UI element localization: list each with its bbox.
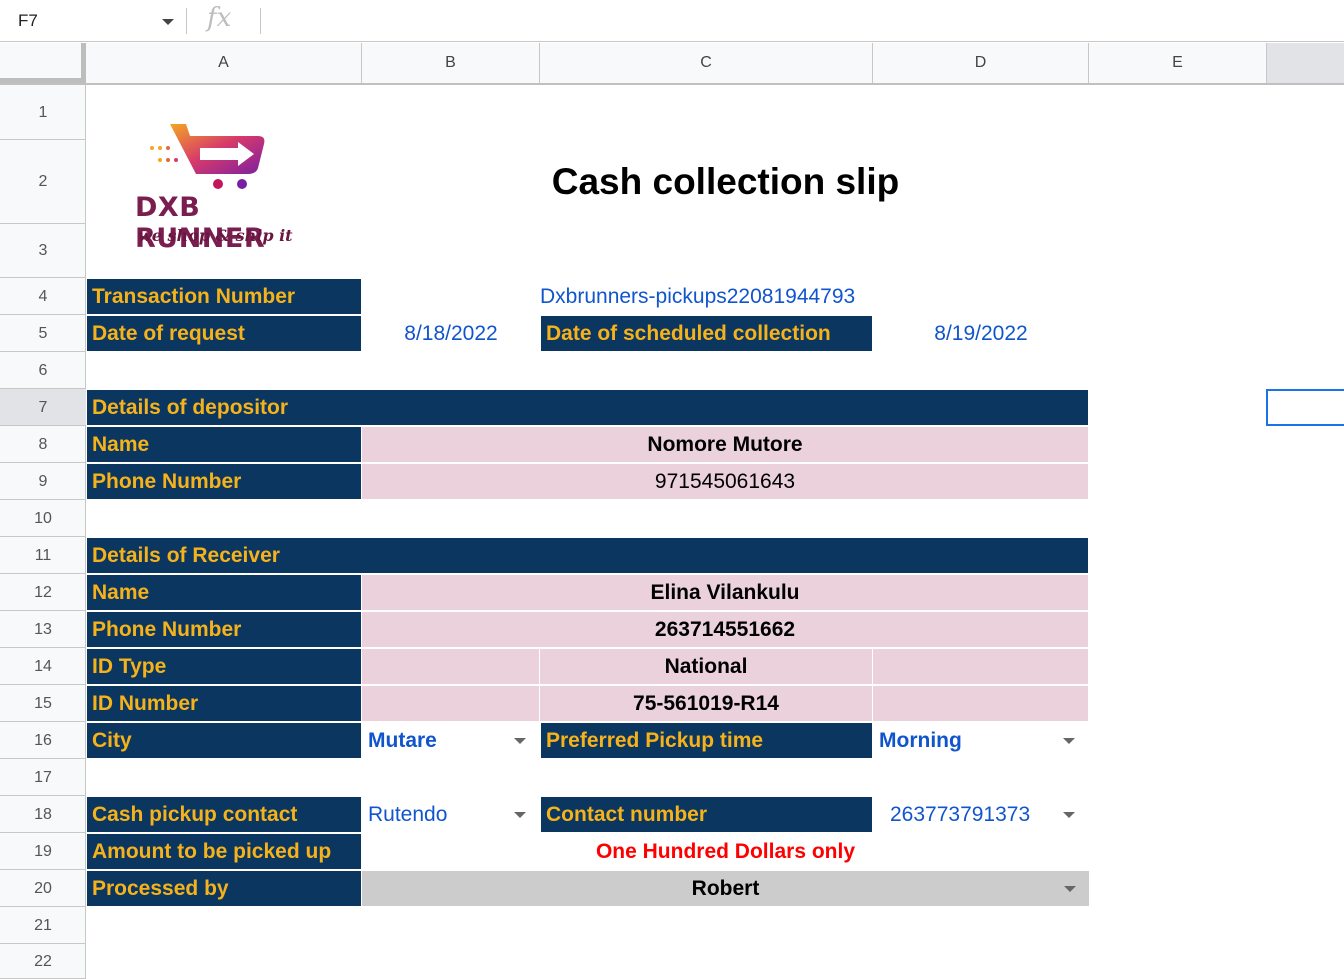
processed-by-label: Processed by bbox=[87, 871, 361, 906]
chevron-down-icon[interactable] bbox=[1064, 886, 1076, 892]
page-title: Cash collection slip bbox=[551, 161, 900, 202]
receiver-name-label: Name bbox=[87, 575, 361, 610]
row-header[interactable]: 4 bbox=[0, 278, 86, 315]
id-type-empty-cell[interactable] bbox=[873, 649, 1088, 684]
row-header[interactable]: 10 bbox=[0, 500, 86, 537]
pickup-time-dropdown[interactable]: Morning bbox=[873, 723, 1089, 758]
row-header[interactable]: 17 bbox=[0, 759, 86, 796]
row-header[interactable]: 11 bbox=[0, 537, 86, 574]
cash-pickup-contact-dropdown[interactable]: Rutendo bbox=[362, 797, 540, 832]
processed-by-dropdown[interactable]: Robert bbox=[362, 871, 1089, 906]
id-number-empty-cell[interactable] bbox=[873, 686, 1088, 721]
row-header[interactable]: 20 bbox=[0, 870, 86, 907]
city-label: City bbox=[87, 723, 361, 758]
pickup-time-label: Preferred Pickup time bbox=[541, 723, 872, 758]
depositor-phone-label: Phone Number bbox=[87, 464, 361, 499]
id-number-empty-cell[interactable] bbox=[362, 686, 539, 721]
logo-tagline: we shop & ship it bbox=[138, 226, 293, 245]
amount-label: Amount to be picked up bbox=[87, 834, 361, 869]
row-header[interactable]: 19 bbox=[0, 833, 86, 870]
id-type-label: ID Type bbox=[87, 649, 361, 684]
transaction-number-value[interactable]: Dxbrunners-pickups22081944793 bbox=[540, 279, 960, 314]
date-of-request-value[interactable]: 8/18/2022 bbox=[362, 316, 540, 351]
row-header[interactable]: 3 bbox=[0, 224, 86, 278]
receiver-section-header: Details of Receiver bbox=[87, 538, 1088, 573]
receiver-name-value[interactable]: Elina Vilankulu bbox=[362, 575, 1088, 610]
receiver-phone-label: Phone Number bbox=[87, 612, 361, 647]
name-box[interactable]: F7 bbox=[0, 0, 186, 42]
select-all-corner[interactable] bbox=[0, 43, 86, 83]
city-value: Mutare bbox=[368, 728, 437, 752]
fx-icon: fx bbox=[207, 3, 232, 33]
divider bbox=[260, 8, 261, 34]
contact-number-label: Contact number bbox=[541, 797, 872, 832]
column-header-f[interactable] bbox=[1267, 43, 1344, 83]
cash-pickup-contact-value: Rutendo bbox=[368, 802, 448, 826]
scheduled-collection-label: Date of scheduled collection bbox=[541, 316, 872, 351]
column-header-b[interactable]: B bbox=[362, 43, 540, 83]
pickup-time-value: Morning bbox=[879, 728, 962, 752]
row-header[interactable]: 18 bbox=[0, 796, 86, 833]
formula-bar: F7 fx bbox=[0, 0, 1344, 42]
row-header[interactable]: 8 bbox=[0, 426, 86, 463]
contact-number-value: 263773791373 bbox=[890, 802, 1031, 826]
row-header[interactable]: 21 bbox=[0, 907, 86, 944]
selected-cell-f7[interactable] bbox=[1266, 389, 1344, 426]
name-box-value: F7 bbox=[18, 11, 38, 30]
column-header-d[interactable]: D bbox=[873, 43, 1089, 83]
row-header[interactable]: 1 bbox=[0, 85, 86, 140]
chevron-down-icon[interactable] bbox=[1063, 738, 1075, 744]
id-type-value[interactable]: National bbox=[540, 649, 872, 684]
depositor-section-header: Details of depositor bbox=[87, 390, 1088, 425]
chevron-down-icon[interactable] bbox=[162, 19, 174, 25]
row-header[interactable]: 9 bbox=[0, 463, 86, 500]
column-header-e[interactable]: E bbox=[1089, 43, 1267, 83]
row-header[interactable]: 15 bbox=[0, 685, 86, 722]
transaction-number-label: Transaction Number bbox=[87, 279, 361, 314]
city-dropdown[interactable]: Mutare bbox=[362, 723, 540, 758]
amount-value[interactable]: One Hundred Dollars only bbox=[362, 834, 1089, 869]
id-number-label: ID Number bbox=[87, 686, 361, 721]
processed-by-value: Robert bbox=[691, 876, 760, 900]
chevron-down-icon[interactable] bbox=[514, 738, 526, 744]
cart-arrow-icon bbox=[150, 124, 265, 189]
row-header[interactable]: 5 bbox=[0, 315, 86, 352]
chevron-down-icon[interactable] bbox=[514, 812, 526, 818]
row-header[interactable]: 22 bbox=[0, 944, 86, 979]
cash-pickup-contact-label: Cash pickup contact bbox=[87, 797, 361, 832]
column-header-c[interactable]: C bbox=[540, 43, 873, 83]
row-headers: 1 2 3 4 5 6 7 8 9 10 11 12 13 14 15 16 1… bbox=[0, 85, 86, 979]
row-header[interactable]: 16 bbox=[0, 722, 86, 759]
row-header[interactable]: 12 bbox=[0, 574, 86, 611]
row-header[interactable]: 6 bbox=[0, 352, 86, 389]
id-type-empty-cell[interactable] bbox=[362, 649, 539, 684]
depositor-phone-value[interactable]: 971545061643 bbox=[362, 464, 1088, 499]
depositor-name-label: Name bbox=[87, 427, 361, 462]
column-header-a[interactable]: A bbox=[86, 43, 362, 83]
row-header[interactable]: 2 bbox=[0, 140, 86, 224]
date-of-request-label: Date of request bbox=[87, 316, 361, 351]
column-headers: A B C D E bbox=[0, 43, 1344, 85]
divider bbox=[186, 8, 187, 34]
receiver-phone-value[interactable]: 263714551662 bbox=[362, 612, 1088, 647]
row-header[interactable]: 14 bbox=[0, 648, 86, 685]
dxb-runner-logo: DXB RUNNER we shop & ship it bbox=[130, 118, 320, 258]
id-number-value[interactable]: 75-561019-R14 bbox=[540, 686, 872, 721]
chevron-down-icon[interactable] bbox=[1063, 812, 1075, 818]
scheduled-collection-value[interactable]: 8/19/2022 bbox=[873, 316, 1089, 351]
depositor-name-value[interactable]: Nomore Mutore bbox=[362, 427, 1088, 462]
row-header[interactable]: 13 bbox=[0, 611, 86, 648]
row-header[interactable]: 7 bbox=[0, 389, 86, 426]
contact-number-dropdown[interactable]: 263773791373 bbox=[873, 797, 1089, 832]
